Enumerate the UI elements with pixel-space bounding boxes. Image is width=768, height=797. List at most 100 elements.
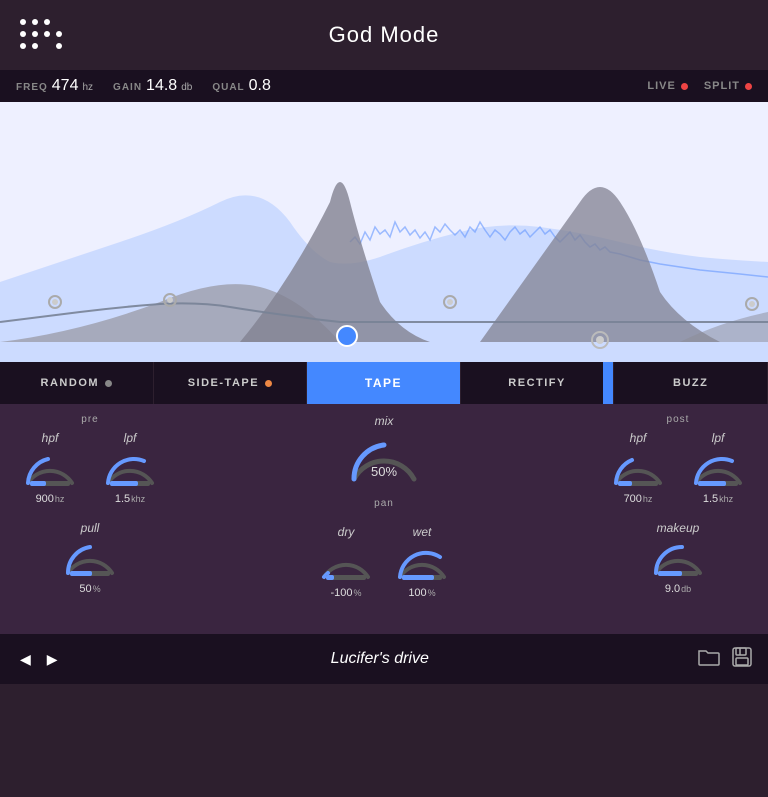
params-bar: FREQ 474 hz GAIN 14.8 db QUAL 0.8 LIVE S… [0, 70, 768, 102]
logo-dot [32, 19, 38, 25]
split-dot [745, 83, 752, 90]
tab-rectify[interactable]: RECTIFY [461, 362, 615, 404]
logo-dot [20, 43, 26, 49]
tab-sidetape[interactable]: SIDE-TAPE [154, 362, 308, 404]
post-knob-row: hpf 700 hz lpf [608, 431, 748, 505]
svg-text:50%: 50% [371, 464, 397, 479]
dry-label: dry [338, 525, 355, 539]
footer-nav: ◀ ▶ [16, 647, 62, 672]
pull-value: 50 [79, 583, 91, 595]
footer: ◀ ▶ Lucifer's drive [0, 634, 768, 684]
freq-value: 474 [52, 77, 79, 95]
pre-hpf-unit: hz [55, 494, 65, 504]
split-status[interactable]: SPLIT [704, 80, 752, 92]
wet-knob[interactable] [392, 545, 452, 583]
pre-lpf-value: 1.5 [115, 493, 130, 505]
gain-value: 14.8 [146, 77, 177, 95]
pull-knob[interactable] [60, 541, 120, 579]
post-hpf-value: 700 [624, 493, 642, 505]
post-lpf-unit: khz [719, 494, 733, 504]
pre-hpf-label: hpf [42, 431, 59, 445]
post-section: post hpf 700 hz [608, 414, 748, 595]
wet-group[interactable]: wet 100 % [392, 525, 452, 599]
params-right: LIVE SPLIT [647, 80, 752, 92]
dry-knob[interactable] [316, 545, 376, 583]
logo-dot [20, 31, 26, 37]
tab-rectify-label: RECTIFY [508, 377, 566, 389]
post-lpf-group[interactable]: lpf 1.5 khz [688, 431, 748, 505]
qual-value: 0.8 [249, 77, 271, 95]
split-label: SPLIT [704, 80, 740, 92]
logo-dot [32, 31, 38, 37]
tab-random[interactable]: RANDOM [0, 362, 154, 404]
sidetape-dot [265, 380, 272, 387]
dry-value: -100 [330, 587, 352, 599]
post-lpf-knob[interactable] [688, 451, 748, 489]
dry-wet-row: dry -100 % wet [316, 525, 452, 599]
makeup-unit: db [681, 584, 691, 594]
wet-unit: % [428, 588, 436, 598]
pan-label: pan [374, 498, 394, 509]
live-dot [681, 83, 688, 90]
tab-tape-label: TAPE [365, 376, 402, 390]
tab-random-label: RANDOM [41, 377, 100, 389]
post-lpf-value: 1.5 [703, 493, 718, 505]
pre-hpf-group[interactable]: hpf 900 hz [20, 431, 80, 505]
logo-dot [56, 31, 62, 37]
logo [20, 19, 64, 51]
preset-name: Lucifer's drive [62, 650, 698, 668]
mix-group[interactable]: mix 50% [344, 414, 424, 486]
logo-dot [44, 43, 50, 49]
qual-label: QUAL [212, 82, 244, 93]
makeup-knob[interactable] [648, 541, 708, 579]
freq-group: FREQ 474 hz [16, 77, 93, 95]
eq-svg [0, 102, 768, 362]
makeup-label: makeup [657, 521, 700, 535]
logo-dot [56, 19, 62, 25]
makeup-value: 9.0 [665, 583, 680, 595]
makeup-group[interactable]: makeup 9.0 db [648, 521, 708, 595]
dry-unit: % [354, 588, 362, 598]
mix-knob[interactable]: 50% [344, 434, 424, 486]
tab-tape[interactable]: TAPE [307, 362, 461, 404]
pre-section: pre hpf 900 hz [20, 414, 160, 595]
rectify-indicator [603, 362, 613, 404]
save-icon[interactable] [732, 647, 752, 672]
tab-buzz-label: BUZZ [673, 377, 708, 389]
logo-dot [44, 31, 50, 37]
random-dot [105, 380, 112, 387]
post-hpf-knob[interactable] [608, 451, 668, 489]
controls-area: pre hpf 900 hz [0, 404, 768, 634]
wet-value: 100 [408, 587, 426, 599]
post-lpf-label: lpf [712, 431, 725, 445]
middle-section: mix 50% pan dry [316, 414, 452, 599]
post-hpf-unit: hz [643, 494, 653, 504]
tab-buzz[interactable]: BUZZ [614, 362, 768, 404]
pre-lpf-knob[interactable] [100, 451, 160, 489]
pre-lpf-label: lpf [124, 431, 137, 445]
logo-dot [20, 19, 26, 25]
gain-unit: db [181, 82, 192, 93]
folder-icon[interactable] [698, 648, 720, 671]
freq-label: FREQ [16, 82, 48, 93]
prev-button[interactable]: ◀ [16, 647, 35, 672]
live-status[interactable]: LIVE [647, 80, 687, 92]
pre-knob-row: hpf 900 hz lpf [20, 431, 160, 505]
pre-hpf-knob[interactable] [20, 451, 80, 489]
post-hpf-group[interactable]: hpf 700 hz [608, 431, 668, 505]
gain-label: GAIN [113, 82, 142, 93]
qual-group: QUAL 0.8 [212, 77, 271, 95]
post-label: post [667, 414, 690, 425]
pull-group[interactable]: pull 50 % [60, 521, 120, 595]
footer-icons [698, 647, 752, 672]
pre-lpf-group[interactable]: lpf 1.5 khz [100, 431, 160, 505]
freq-unit: hz [82, 82, 93, 93]
logo-dot [32, 43, 38, 49]
dry-group[interactable]: dry -100 % [316, 525, 376, 599]
app-title: God Mode [329, 22, 440, 48]
post-hpf-label: hpf [630, 431, 647, 445]
eq-display[interactable] [0, 102, 768, 362]
pre-lpf-unit: khz [131, 494, 145, 504]
next-button[interactable]: ▶ [43, 647, 62, 672]
pre-hpf-value: 900 [36, 493, 54, 505]
